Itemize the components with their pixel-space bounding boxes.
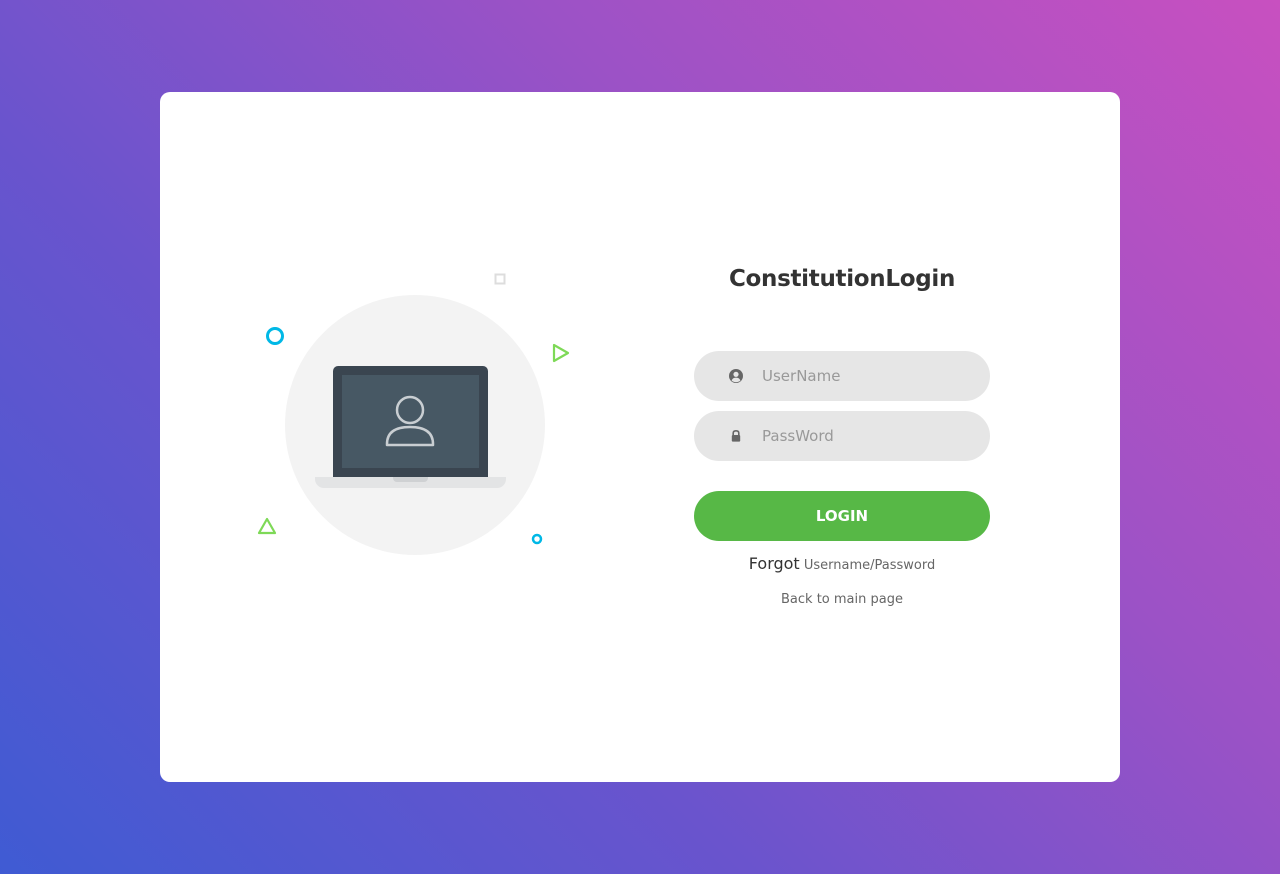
laptop-screen [333,366,488,477]
triangle-outline-icon [257,517,277,535]
forgot-credentials-link[interactable]: Username/Password [804,558,935,573]
forgot-label: Forgot [748,554,800,573]
user-circle-icon [729,369,743,383]
circle-outline-icon [266,327,284,345]
laptop-display [342,375,479,468]
square-outline-icon [494,273,506,285]
login-form: ConstitutionLogin LOGIN Forgot Username/… [694,92,990,782]
login-button[interactable]: LOGIN [694,491,990,541]
login-illustration [160,92,640,782]
lock-icon [731,429,741,442]
small-circle-icon [531,533,543,545]
play-triangle-icon [552,343,570,363]
password-input[interactable] [762,411,972,461]
laptop-notch [393,477,428,482]
forgot-credentials: Forgot Username/Password [694,554,990,573]
username-input[interactable] [762,351,972,401]
username-field[interactable] [694,351,990,401]
laptop-user-icon [385,395,435,447]
back-to-main-link[interactable]: Back to main page [781,592,903,607]
page-title: ConstitutionLogin [728,266,956,292]
password-field[interactable] [694,411,990,461]
back-to-main: Back to main page [694,592,990,607]
login-card: ConstitutionLogin LOGIN Forgot Username/… [160,92,1120,782]
laptop-base [315,477,506,488]
